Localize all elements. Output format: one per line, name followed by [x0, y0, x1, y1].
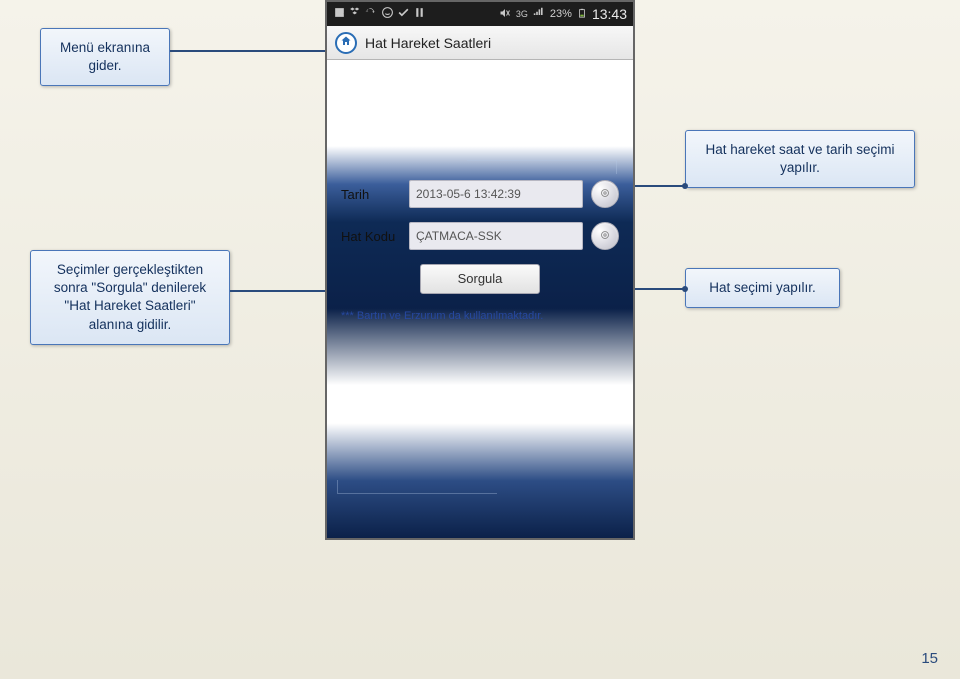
decor-line [467, 160, 617, 174]
hatkodu-label: Hat Kodu [341, 229, 401, 244]
whatsapp-icon [381, 6, 394, 22]
dropbox-icon [349, 6, 362, 22]
mute-icon [499, 7, 511, 22]
status-left-icons [333, 6, 426, 22]
callout-menu: Menü ekranına gider. [40, 28, 170, 86]
app-header: Hat Hareket Saatleri [327, 26, 633, 60]
row-tarih: Tarih 2013-05-6 13:42:39 [341, 180, 619, 208]
hatkodu-field[interactable]: ÇATMACA-SSK [409, 222, 583, 250]
battery-icon [577, 6, 587, 23]
page-number: 15 [921, 650, 938, 667]
callout-sorgula: Seçimler gerçekleştikten sonra "Sorgula"… [30, 250, 230, 345]
signal-icon [533, 7, 545, 22]
clock: 13:43 [592, 6, 627, 22]
pause-icon [413, 6, 426, 22]
home-icon [340, 34, 352, 52]
app-body: Tarih 2013-05-6 13:42:39 Hat Kodu ÇATMAC… [327, 60, 633, 538]
decor-line [337, 480, 497, 494]
image-icon [333, 6, 346, 22]
callout-hat: Hat seçimi yapılır. [685, 268, 840, 308]
sorgula-button[interactable]: Sorgula [420, 264, 540, 294]
hatkodu-picker-button[interactable] [591, 222, 619, 250]
status-bar: 3G 23% 13:43 [327, 2, 633, 26]
home-button[interactable] [335, 32, 357, 54]
connector [170, 50, 338, 52]
picker-icon [598, 228, 612, 245]
tarih-label: Tarih [341, 187, 401, 202]
tarih-field[interactable]: 2013-05-6 13:42:39 [409, 180, 583, 208]
page-title: Hat Hareket Saatleri [365, 35, 491, 51]
battery-percent: 23% [550, 8, 572, 20]
phone-frame: 3G 23% 13:43 Hat Hareket Saatleri Tarih … [325, 0, 635, 540]
tarih-picker-button[interactable] [591, 180, 619, 208]
row-hatkodu: Hat Kodu ÇATMACA-SSK [341, 222, 619, 250]
signal-3g-icon: 3G [516, 9, 528, 19]
status-right: 3G 23% 13:43 [499, 6, 627, 23]
check-icon [397, 6, 410, 22]
usage-note: *** Bartın ve Erzurum da kullanılmaktadı… [341, 310, 619, 322]
sync-icon [365, 6, 378, 22]
picker-icon [598, 186, 612, 203]
callout-datetime: Hat hareket saat ve tarih seçimi yapılır… [685, 130, 915, 188]
